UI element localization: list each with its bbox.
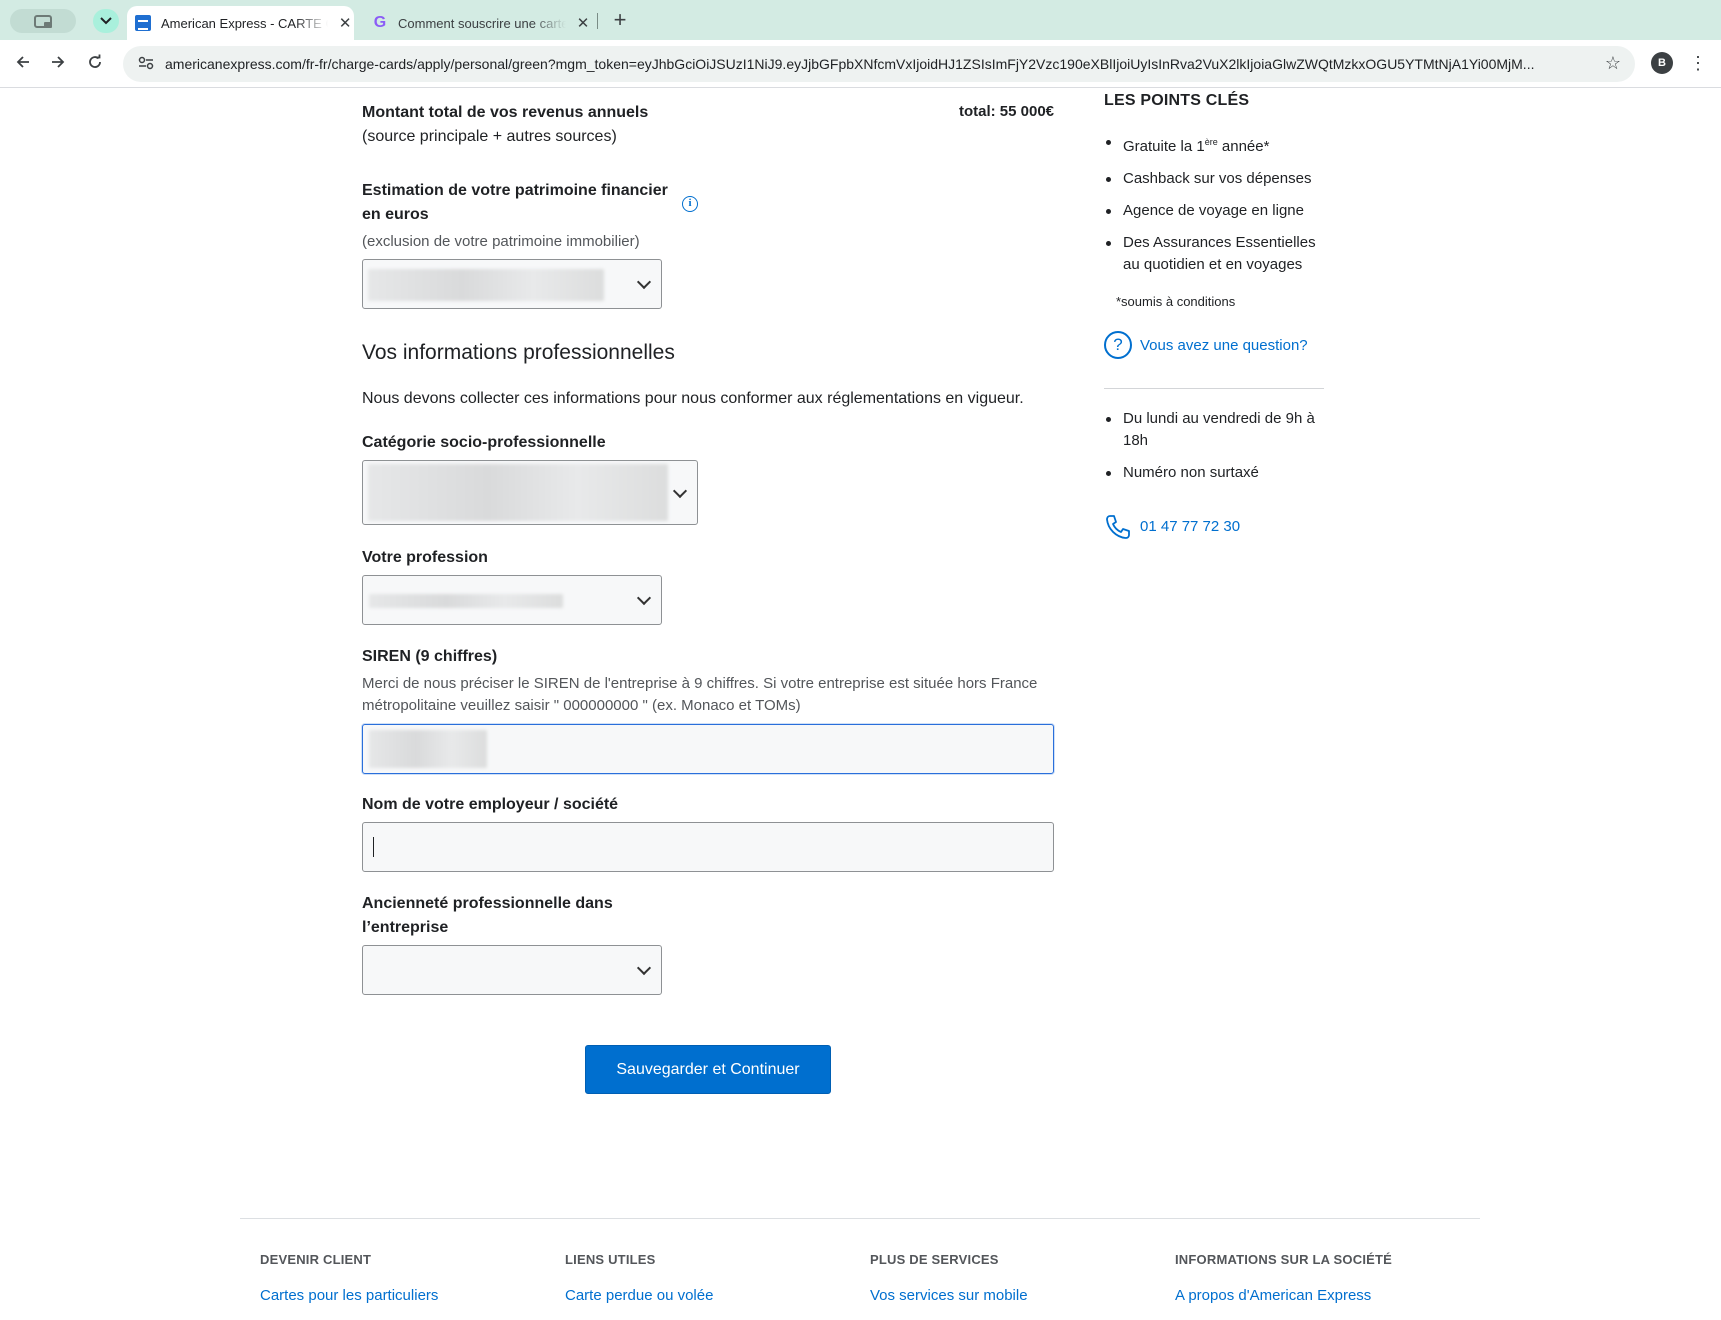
professional-description: Nous devons collecter ces informations p… [362,390,1024,407]
browser-menu-icon[interactable]: ⋮ [1688,50,1708,76]
chevron-down-icon [636,960,652,976]
arrow-right-icon [52,56,65,68]
amex-favicon-icon [135,15,151,31]
tab-search-button[interactable] [93,9,119,33]
seniority-label-line2: l’entreprise [362,919,449,936]
wealth-hint: (exclusion de votre patrimoine immobilie… [362,233,640,250]
seniority-label-line1: Ancienneté professionnelle dans [362,895,613,912]
site-settings-icon[interactable] [131,56,161,73]
contact-hours-list: Du lundi au vendredi de 9h à 18h Numéro … [1104,408,1334,494]
conditions-note: *soumis à conditions [1116,294,1236,309]
key-points-list: Gratuite la 1ère année* Cashback sur vos… [1104,131,1334,286]
footer-link-carte-perdue[interactable]: Carte perdue ou volée [565,1287,713,1304]
tab-comment-souscrire[interactable]: G Comment souscrire une carte ✕ [362,6,592,40]
employer-label: Nom de votre employeur / société [362,796,619,813]
income-total: total: 55 000€ [958,103,1054,120]
g-favicon-icon: G [373,14,387,31]
seniority-select[interactable] [362,945,662,995]
page-content: Montant total de vos revenus annuels (so… [0,88,1721,1320]
key-points-title: LES POINTS CLÉS [1104,92,1250,109]
redacted-value [369,594,563,608]
redacted-value [368,269,604,301]
close-tab-icon[interactable]: ✕ [574,14,592,32]
chevron-down-icon [636,590,652,606]
browser-tab-bar: American Express - CARTE GREEN ✕ G Comme… [0,0,1721,40]
footer-divider-line [240,1218,1480,1219]
wealth-label-line2: en euros [362,206,429,223]
siren-hint-line1: Merci de nous préciser le SIREN de l'ent… [362,675,1038,692]
browser-toolbar: americanexpress.com/fr-fr/charge-cards/a… [0,40,1721,88]
tab-group-button[interactable] [10,9,76,33]
list-item: Gratuite la 1ère année* [1104,131,1334,158]
bookmark-star-icon[interactable]: ☆ [1605,53,1621,74]
tab-separator [597,13,598,29]
list-item: Du lundi au vendredi de 9h à 18h [1104,408,1334,452]
wealth-select[interactable] [362,259,662,309]
phone-number-link[interactable]: 01 47 77 72 30 [1140,518,1240,535]
footer-heading: LIENS UTILES [565,1252,656,1267]
list-item: Des Assurances Essentielles au quotidien… [1104,232,1334,276]
profession-select[interactable] [362,575,662,625]
back-button[interactable] [11,52,35,76]
footer-link-a-propos[interactable]: A propos d'American Express [1175,1287,1371,1304]
forward-button[interactable] [46,52,70,76]
reload-button[interactable] [83,52,107,76]
list-item: Agence de voyage en ligne [1104,200,1334,222]
chevron-down-icon [672,483,688,498]
redacted-value [368,464,668,521]
sidebar-divider [1104,388,1324,389]
footer-heading: DEVENIR CLIENT [260,1252,372,1267]
question-icon: ? [1104,331,1132,359]
category-select[interactable] [362,460,698,525]
redacted-value [369,730,487,768]
chevron-down-icon [100,17,112,25]
footer-link-services-mobile[interactable]: Vos services sur mobile [870,1287,1028,1304]
category-label: Catégorie socio-professionnelle [362,434,606,451]
info-icon[interactable]: i [682,196,698,212]
address-bar[interactable]: americanexpress.com/fr-fr/charge-cards/a… [123,46,1635,82]
siren-label: SIREN (9 chiffres) [362,648,498,665]
phone-icon [1106,515,1130,539]
siren-input[interactable] [362,724,1054,774]
footer-heading: INFORMATIONS SUR LA SOCIÉTÉ [1175,1252,1393,1267]
url-text: americanexpress.com/fr-fr/charge-cards/a… [165,56,1535,72]
new-tab-button[interactable]: + [605,6,635,34]
arrow-left-icon [16,56,29,68]
footer-link-particuliers[interactable]: Cartes pour les particuliers [260,1287,438,1304]
income-label: Montant total de vos revenus annuels [362,104,649,121]
tab-american-express[interactable]: American Express - CARTE GREEN ✕ [127,6,354,40]
question-link[interactable]: Vous avez une question? [1140,337,1308,354]
footer-heading: PLUS DE SERVICES [870,1252,999,1267]
tab-title: Comment souscrire une carte [398,15,567,31]
window-icon [34,14,52,28]
professional-section-title: Vos informations professionnelles [362,341,675,364]
profession-label: Votre profession [362,549,488,566]
list-item: Numéro non surtaxé [1104,462,1334,484]
siren-hint-line2: métropolitaine veuillez saisir " 0000000… [362,697,801,714]
tab-title: American Express - CARTE GREEN [161,15,328,31]
save-continue-button[interactable]: Sauvegarder et Continuer [585,1045,831,1094]
employer-input[interactable] [362,822,1054,872]
chevron-down-icon [636,274,652,290]
reload-icon [89,54,101,68]
income-sublabel: (source principale + autres sources) [362,128,617,145]
close-tab-icon[interactable]: ✕ [336,14,354,32]
list-item: Cashback sur vos dépenses [1104,168,1334,190]
wealth-label-line1: Estimation de votre patrimoine financier [362,182,668,199]
text-caret [373,837,374,857]
profile-avatar[interactable]: B [1651,52,1673,74]
